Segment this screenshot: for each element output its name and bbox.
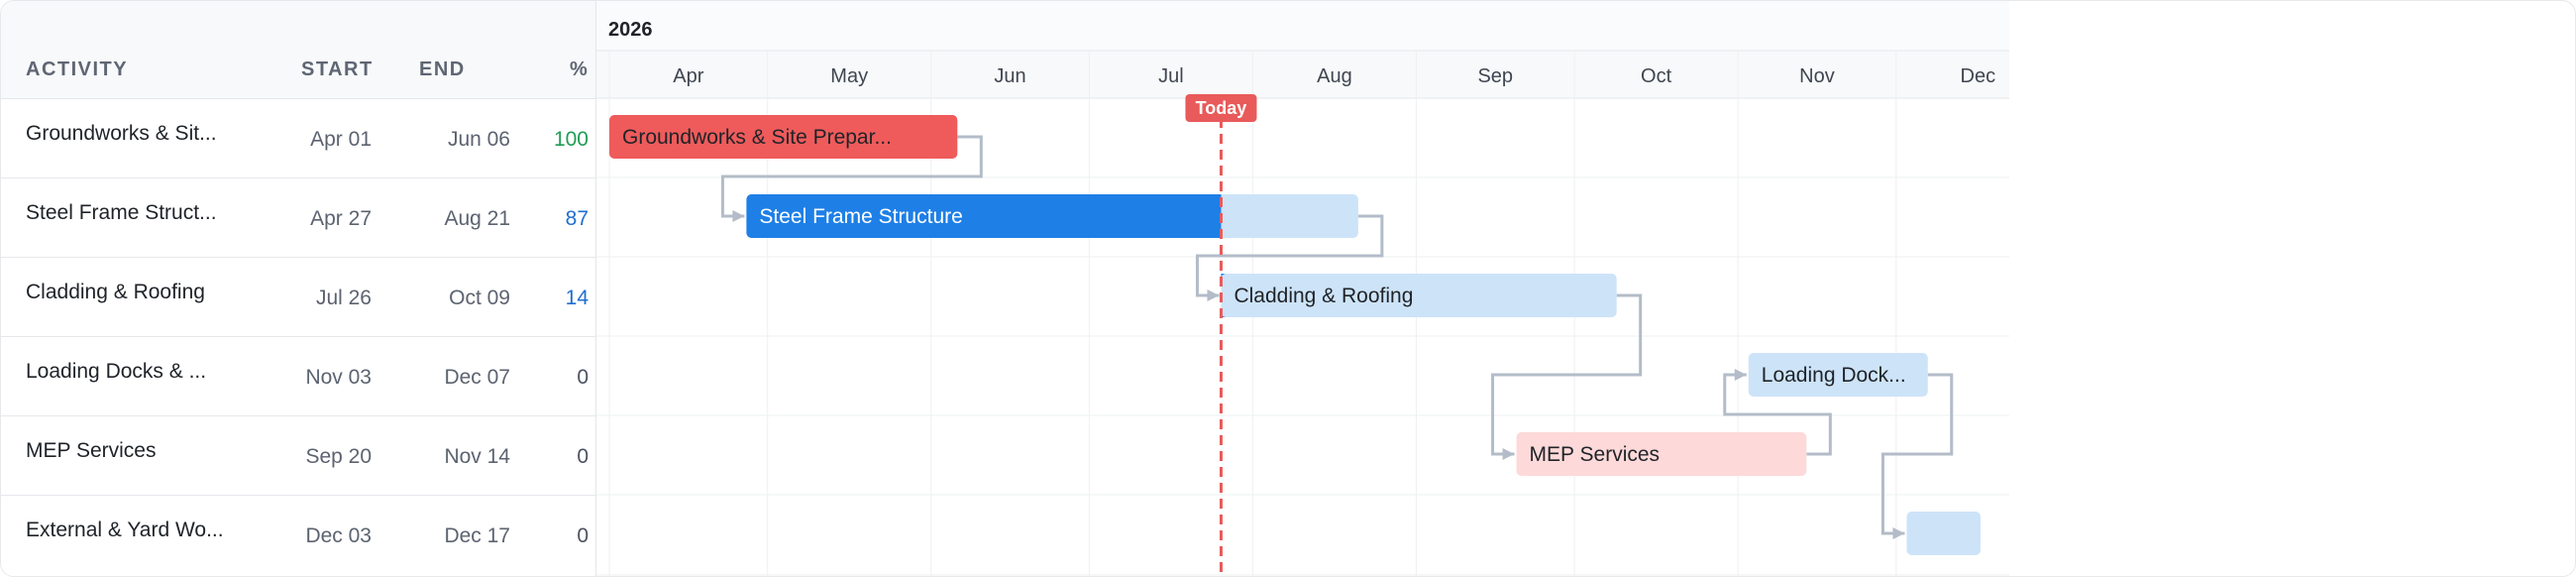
task-bar[interactable]: Loading Dock... (1748, 353, 1928, 397)
table-row[interactable]: Cladding & Roofing Jul 26 Oct 09 14 (1, 257, 595, 337)
timeline-pane[interactable]: 2026 MarAprMayJunJulAugSepOctNovDec Grou… (596, 1, 2009, 576)
task-start: Apr 01 (310, 128, 372, 151)
col-end-header[interactable]: END (419, 58, 466, 81)
task-start: Jul 26 (315, 287, 372, 309)
task-pct: 0 (577, 524, 589, 547)
task-end: Oct 09 (449, 287, 510, 309)
task-start: Dec 03 (305, 524, 372, 547)
month-label: Aug (1317, 65, 1352, 87)
month-label: Nov (1799, 65, 1835, 87)
task-pct: 14 (565, 287, 589, 309)
dependency-arrow (1502, 448, 1515, 460)
table-row[interactable]: Steel Frame Struct... Apr 27 Aug 21 87 (1, 177, 595, 258)
task-pct: 87 (565, 207, 589, 230)
month-label: Apr (673, 65, 703, 87)
task-start: Apr 27 (310, 207, 372, 230)
task-pct: 100 (553, 128, 589, 151)
col-start-header[interactable]: START (301, 58, 374, 81)
task-end: Dec 17 (444, 524, 510, 547)
task-bar-label: Groundworks & Site Prepar... (622, 126, 892, 149)
task-name: Groundworks & Sit... (26, 122, 217, 145)
task-name: MEP Services (26, 439, 157, 462)
dependency-arrow (1892, 527, 1905, 539)
month-header (596, 51, 2009, 98)
dependency-line (1491, 293, 1643, 456)
task-bar-label: Cladding & Roofing (1234, 285, 1413, 307)
dependency-arrow (1734, 369, 1747, 381)
dependency-arrow (732, 210, 745, 222)
task-name: Loading Docks & ... (26, 360, 207, 383)
col-activity-header[interactable]: ACTIVITY (26, 58, 128, 81)
month-label: Jul (1158, 65, 1184, 87)
task-bars: Groundworks & Site Prepar... Steel Frame … (609, 115, 1981, 555)
task-name: External & Yard Wo... (26, 519, 224, 541)
task-bar[interactable]: MEP Services (1516, 432, 1807, 476)
dependency-arrow (1207, 289, 1220, 301)
task-name: Cladding & Roofing (26, 281, 205, 303)
table-row[interactable]: Groundworks & Sit... Apr 01 Jun 06 100 (1, 98, 595, 178)
task-end: Dec 07 (444, 366, 510, 389)
task-table: ACTIVITY START END % Groundworks & Sit..… (1, 1, 596, 576)
table-row[interactable]: Loading Docks & ... Nov 03 Dec 07 0 (1, 336, 595, 416)
table-row[interactable]: MEP Services Sep 20 Nov 14 0 (1, 415, 595, 496)
task-bar-label: Loading Dock... (1762, 364, 1906, 387)
task-bar-bg (1906, 512, 1981, 555)
task-pct: 0 (577, 366, 589, 389)
today-label: Today (1196, 98, 1247, 118)
month-label: Jun (994, 65, 1025, 87)
task-end: Jun 06 (447, 128, 510, 151)
dependency-line (1880, 373, 1954, 535)
year-header (596, 1, 2009, 51)
task-bar[interactable]: Steel Frame Structure (746, 194, 1358, 238)
today-marker: Today (1185, 94, 1257, 576)
task-end: Aug 21 (444, 207, 510, 230)
col-pct-header[interactable]: % (570, 58, 588, 81)
task-start: Sep 20 (305, 445, 372, 468)
gantt-chart: ACTIVITY START END % Groundworks & Sit..… (0, 0, 2576, 577)
task-end: Nov 14 (444, 445, 510, 468)
month-label: May (830, 65, 868, 87)
task-bar[interactable]: Groundworks & Site Prepar... (609, 115, 958, 159)
task-bar[interactable]: Cladding & Roofing (1221, 274, 1617, 317)
table-header: ACTIVITY START END % (1, 1, 595, 99)
task-bar[interactable] (1906, 512, 1981, 555)
task-start: Nov 03 (305, 366, 372, 389)
year-label: 2026 (608, 19, 653, 41)
task-pct: 0 (577, 445, 589, 468)
task-name: Steel Frame Struct... (26, 201, 217, 224)
table-row[interactable]: External & Yard Wo... Dec 03 Dec 17 0 (1, 495, 595, 574)
month-label: Dec (1961, 65, 1996, 87)
month-label: Sep (1477, 65, 1513, 87)
task-bar-label: MEP Services (1530, 443, 1661, 466)
task-bar-label: Steel Frame Structure (759, 205, 962, 228)
timeline-svg: 2026 MarAprMayJunJulAugSepOctNovDec Grou… (596, 1, 2009, 576)
month-label: Oct (1641, 65, 1672, 87)
